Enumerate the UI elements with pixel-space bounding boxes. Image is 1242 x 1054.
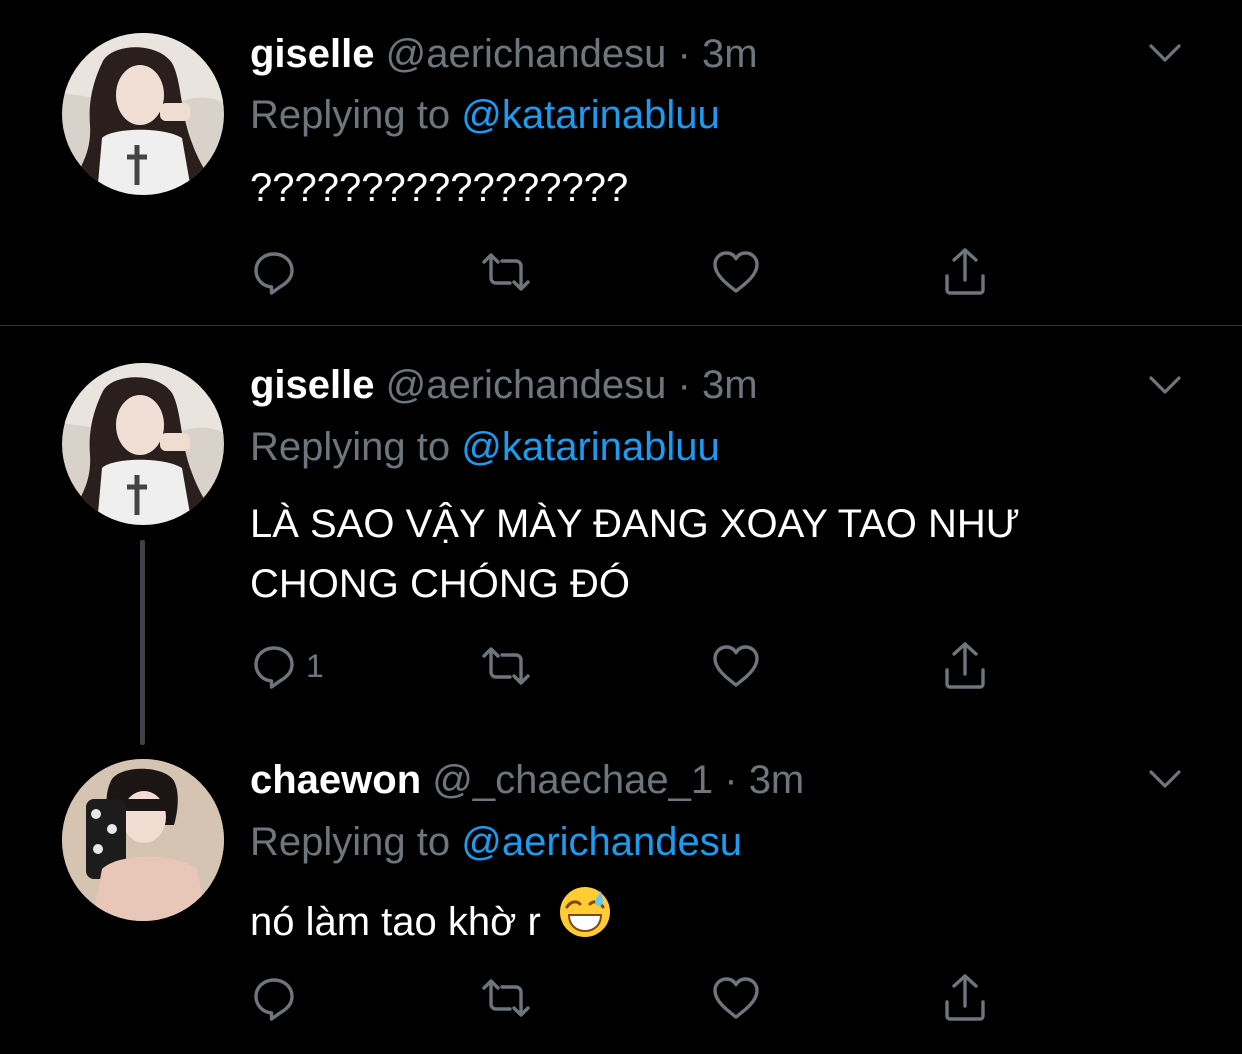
replying-to-handle[interactable]: @katarinabluu: [461, 93, 720, 137]
tweet-actions: [250, 244, 1010, 300]
replying-to: Replying to @katarinabluu: [250, 90, 720, 140]
retweet-icon: [478, 642, 534, 690]
tweet-text-line: nó làm tao khờ r: [250, 900, 541, 945]
avatar[interactable]: [62, 759, 224, 921]
reply-button[interactable]: [250, 244, 298, 300]
replying-to-label: Replying to: [250, 425, 451, 469]
retweet-icon: [478, 974, 534, 1022]
like-icon: [710, 974, 762, 1022]
timestamp[interactable]: 3m: [702, 32, 758, 76]
user-handle[interactable]: @aerichandesu: [386, 363, 667, 407]
timestamp[interactable]: 3m: [702, 363, 758, 407]
like-button[interactable]: [710, 244, 762, 300]
share-button[interactable]: [941, 638, 989, 694]
display-name[interactable]: giselle: [250, 363, 375, 407]
reply-button[interactable]: 1: [250, 638, 324, 694]
retweet-button[interactable]: [478, 244, 534, 300]
tweet[interactable]: chaewon @_chaechae_1 · 3m Replying to @a…: [0, 726, 1242, 1054]
tweet-text-line: LÀ SAO VẬY MÀY ĐANG XOAY TAO NHƯ: [250, 502, 1020, 546]
tweet-text: ?????????????????: [250, 158, 628, 218]
share-icon: [941, 640, 989, 692]
replying-to-handle[interactable]: @katarinabluu: [461, 425, 720, 469]
replying-to: Replying to @katarinabluu: [250, 422, 720, 472]
timestamp[interactable]: 3m: [749, 758, 805, 802]
tweet-header: giselle @aerichandesu · 3m: [250, 360, 758, 410]
share-icon: [941, 972, 989, 1024]
user-handle[interactable]: @aerichandesu: [386, 32, 667, 76]
tweet-actions: [250, 970, 1010, 1026]
replying-to-label: Replying to: [250, 93, 451, 137]
tweet-text-line: CHONG CHÓNG ĐÓ: [250, 562, 630, 606]
grinning-face-with-sweat-emoji: [558, 885, 612, 956]
reply-button[interactable]: [250, 970, 298, 1026]
like-icon: [710, 642, 762, 690]
tweet-header: chaewon @_chaechae_1 · 3m: [250, 755, 804, 805]
tweet-text: nó làm tao khờ r: [250, 887, 612, 960]
chevron-down-icon[interactable]: [1145, 370, 1185, 400]
retweet-button[interactable]: [478, 638, 534, 694]
reply-icon: [250, 642, 298, 690]
chevron-down-icon[interactable]: [1145, 764, 1185, 794]
user-handle[interactable]: @_chaechae_1: [432, 758, 713, 802]
chevron-down-icon[interactable]: [1145, 38, 1185, 68]
like-button[interactable]: [710, 638, 762, 694]
tweet[interactable]: giselle @aerichandesu · 3m Replying to @…: [0, 326, 1242, 726]
reply-icon: [250, 974, 298, 1022]
tweet-actions: 1: [250, 638, 1010, 694]
share-icon: [941, 246, 989, 298]
replying-to-label: Replying to: [250, 820, 451, 864]
display-name[interactable]: chaewon: [250, 758, 421, 802]
avatar[interactable]: [62, 363, 224, 525]
separator-dot: ·: [677, 32, 691, 76]
display-name[interactable]: giselle: [250, 32, 375, 76]
tweet-header: giselle @aerichandesu · 3m: [250, 29, 758, 79]
reply-icon: [250, 248, 298, 296]
like-icon: [710, 248, 762, 296]
avatar[interactable]: [62, 33, 224, 195]
separator-dot: ·: [677, 363, 691, 407]
replying-to: Replying to @aerichandesu: [250, 817, 742, 867]
tweet-text-line: ?????????????????: [250, 166, 629, 210]
separator-dot: ·: [724, 758, 738, 802]
reply-count: 1: [306, 648, 324, 684]
tweet[interactable]: giselle @aerichandesu · 3m Replying to @…: [0, 0, 1242, 325]
thread-connector-line: [140, 540, 145, 745]
like-button[interactable]: [710, 970, 762, 1026]
share-button[interactable]: [941, 244, 989, 300]
tweet-text: LÀ SAO VẬY MÀY ĐANG XOAY TAO NHƯ CHONG C…: [250, 494, 1020, 614]
retweet-button[interactable]: [478, 970, 534, 1026]
retweet-icon: [478, 248, 534, 296]
share-button[interactable]: [941, 970, 989, 1026]
replying-to-handle[interactable]: @aerichandesu: [461, 820, 742, 864]
